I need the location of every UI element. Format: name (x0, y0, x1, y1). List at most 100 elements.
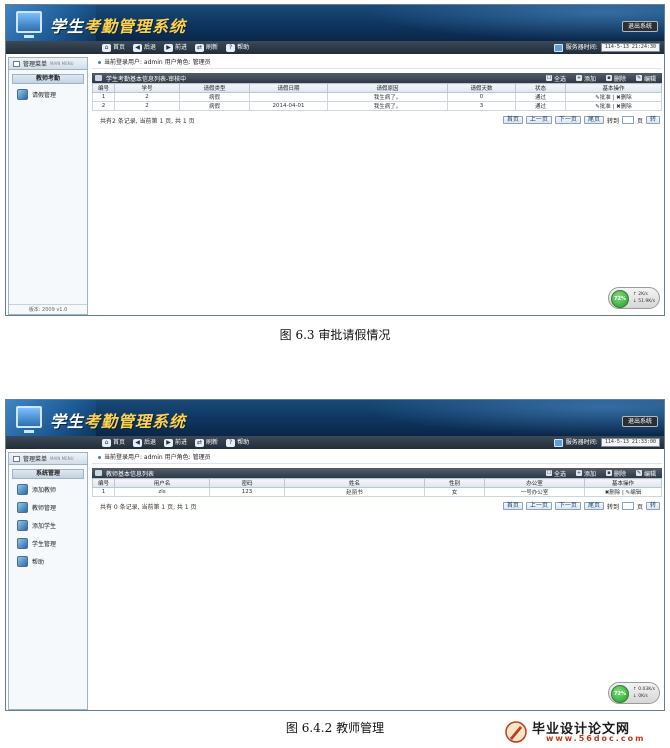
menu-icon (13, 455, 20, 462)
sidebar-item-add-teacher[interactable]: 添加教师 (9, 481, 87, 497)
go-button[interactable]: 转 (645, 116, 660, 124)
site-watermark: 毕业设计论文网 www.56doc.com (502, 718, 662, 746)
nav-forward[interactable]: ▶ 前进 (164, 438, 187, 447)
goto-page-input[interactable] (621, 116, 634, 124)
column-header: 状态 (515, 83, 566, 93)
goto-page-input[interactable] (621, 502, 634, 510)
column-header: 编号 (92, 83, 115, 93)
checkbox-icon: ☐ (545, 75, 552, 81)
pencil-icon: ✎ (635, 470, 642, 476)
delete-icon: ▪ (605, 75, 612, 81)
column-header: 请假原因 (327, 83, 448, 93)
plus-icon: + (575, 470, 582, 476)
help-icon: ? (226, 43, 236, 52)
checkbox-icon: ☐ (545, 470, 552, 476)
logout-button[interactable]: 退出系统 (621, 21, 658, 32)
sidebar-item-add-student[interactable]: 添加学生 (9, 517, 87, 533)
select-all-button[interactable]: ☐ 全选 (545, 74, 566, 83)
panel-title-bar: 教师基本信息列表 ☐ 全选 + 添加 ▪ 删除 ✎ 编辑 (92, 468, 662, 478)
table-row: 1 2 病假 我生病了。 0 通过 ✎批准 | ✖删除 (92, 92, 662, 102)
teacher-icon (17, 501, 28, 513)
sidebar-group-title[interactable]: 教师考勤 (12, 74, 84, 84)
nav-bar: ⌂ 首页 ◀ 后退 ▶ 前进 ⇄ 刷新 ? 帮助 服务器时间: 114-5-13 21:2… (6, 41, 664, 54)
monitor-icon (16, 406, 42, 433)
watermark-url: www.56doc.com (546, 734, 646, 743)
sidebar-group-title[interactable]: 系统管理 (12, 469, 84, 479)
delete-button[interactable]: ▪ 删除 (605, 469, 626, 478)
sidebar-header: 管理菜单 MAIN MENU (9, 58, 87, 70)
pen-logo-icon (505, 721, 527, 743)
column-header: 请假类型 (179, 83, 250, 93)
user-info: 当前登录用户: admin 用户角色: 管理员 (92, 452, 662, 464)
leave-icon (17, 88, 28, 100)
table-row: 1 zls 123 赵丽书 女 一号办公室 ✖删除 | ✎编辑 (92, 487, 662, 497)
nav-home[interactable]: ⌂ 首页 (102, 43, 125, 52)
pager: 共有 0 条记录, 当前第 1 页, 共 1 页 首页 上一页 下一页 尾页 转… (92, 501, 662, 511)
next-page-button[interactable]: 下一页 (554, 116, 581, 124)
first-page-button[interactable]: 首页 (502, 116, 523, 124)
column-header: 密码 (209, 478, 285, 488)
nav-back[interactable]: ◀ 后退 (133, 43, 156, 52)
nav-help[interactable]: ? 帮助 (226, 438, 249, 447)
prev-page-button[interactable]: 上一页 (525, 116, 552, 124)
add-button[interactable]: + 添加 (575, 74, 596, 83)
leave-table: 编号 学号 请假类型 请假日期 请假原因 请假天数 状态 基本操作 1 2 病假… (92, 83, 662, 111)
pager-summary: 共有2 条记录, 当前第 1 页, 共 1 页 (100, 117, 195, 125)
version-text: 版本: 2009 v1.0 (9, 304, 87, 314)
column-header: 用户名 (114, 478, 210, 488)
select-all-button[interactable]: ☐ 全选 (545, 469, 566, 478)
logout-button[interactable]: 退出系统 (621, 416, 658, 427)
column-header: 性别 (424, 478, 485, 488)
forward-icon: ▶ (164, 438, 174, 447)
refresh-icon: ⇄ (195, 438, 205, 447)
nav-bar: ⌂ 首页 ◀ 后退 ▶ 前进 ⇄ 刷新 ? 帮助 服务器时间: 114-5-13 21:3… (6, 436, 664, 449)
sidebar: 管理菜单 MAIN MENU 教师考勤 请假管理 版本: 2009 v1.0 (8, 57, 88, 315)
delete-icon: ▪ (605, 470, 612, 476)
table-row: 2 2 病假 2014-04-01 我生病了。 3 通过 ✎批准 | ✖删除 (92, 101, 662, 111)
row-actions[interactable]: ✎批准 | ✖删除 (565, 92, 662, 102)
forward-icon: ▶ (164, 43, 174, 52)
last-page-button[interactable]: 尾页 (583, 502, 604, 510)
panel-title-bar: 学生考勤基本信息列表-审核中 ☐ 全选 + 添加 ▪ 删除 ✎ 编辑 (92, 73, 662, 83)
edit-button[interactable]: ✎ 编辑 (635, 74, 656, 83)
screenshot-teacher-management: 学生考勤管理系统 退出系统 ⌂ 首页 ◀ 后退 ▶ 前进 ⇄ 刷新 ? 帮助 服务器时间:… (5, 399, 665, 711)
next-page-button[interactable]: 下一页 (554, 502, 581, 510)
list-icon (95, 75, 102, 81)
monitor-icon (16, 11, 42, 38)
row-actions[interactable]: ✎批准 | ✖删除 (565, 101, 662, 111)
go-button[interactable]: 转 (645, 502, 660, 510)
last-page-button[interactable]: 尾页 (583, 116, 604, 124)
add-teacher-icon (17, 483, 28, 495)
download-speed: ↓ 51.9K/s (633, 299, 656, 304)
help-icon: ? (226, 438, 236, 447)
sidebar-item-teacher-management[interactable]: 教师管理 (9, 499, 87, 515)
nav-back[interactable]: ◀ 后退 (133, 438, 156, 447)
first-page-button[interactable]: 首页 (502, 502, 523, 510)
nav-help[interactable]: ? 帮助 (226, 43, 249, 52)
sidebar-item-help[interactable]: 帮助 (9, 553, 87, 569)
column-header: 办公室 (484, 478, 585, 488)
pencil-icon: ✎ (635, 75, 642, 81)
nav-refresh[interactable]: ⇄ 刷新 (195, 43, 218, 52)
row-actions[interactable]: ✖删除 | ✎编辑 (584, 487, 662, 497)
add-student-icon (17, 519, 28, 531)
nav-forward[interactable]: ▶ 前进 (164, 43, 187, 52)
prev-page-button[interactable]: 上一页 (525, 502, 552, 510)
add-button[interactable]: + 添加 (575, 469, 596, 478)
nav-home[interactable]: ⌂ 首页 (102, 438, 125, 447)
column-header: 请假天数 (447, 83, 516, 93)
delete-button[interactable]: ▪ 删除 (605, 74, 626, 83)
column-header: 请假日期 (249, 83, 328, 93)
upload-speed: ↑ 0.03K/s (633, 687, 656, 692)
sidebar-item-student-management[interactable]: 学生管理 (9, 535, 87, 551)
edit-button[interactable]: ✎ 编辑 (635, 469, 656, 478)
sidebar-item-leave-management[interactable]: 请假管理 (9, 86, 87, 102)
student-icon (17, 537, 28, 549)
nav-refresh[interactable]: ⇄ 刷新 (195, 438, 218, 447)
clock-screen-icon (553, 43, 563, 52)
pager: 共有2 条记录, 当前第 1 页, 共 1 页 首页 上一页 下一页 尾页 转到… (92, 115, 662, 125)
download-speed: ↓ 0K/s (633, 694, 648, 699)
sidebar-header: 管理菜单 MAIN MENU (9, 453, 87, 465)
main-content: 当前登录用户: admin 用户角色: 管理员 学生考勤基本信息列表-审核中 ☐… (92, 57, 662, 315)
main-content: 当前登录用户: admin 用户角色: 管理员 教师基本信息列表 ☐ 全选 + 添加… (92, 452, 662, 710)
